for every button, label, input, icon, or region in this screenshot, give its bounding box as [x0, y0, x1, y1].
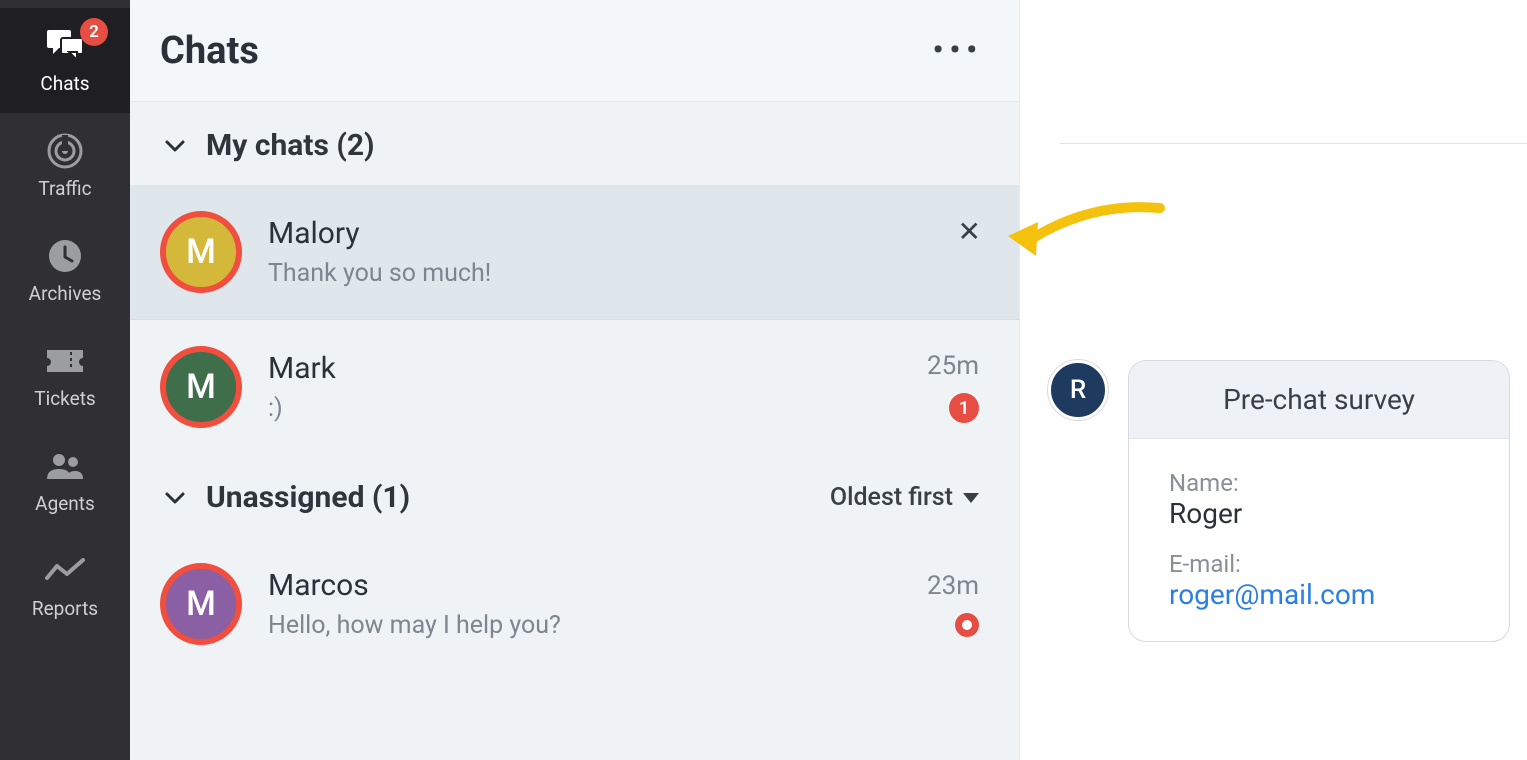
nav-label-reports: Reports [32, 597, 98, 620]
chat-row-malory[interactable]: M Malory Thank you so much! ✕ [130, 185, 1019, 320]
chat-time: 25m [927, 351, 979, 381]
nav-item-traffic[interactable]: Traffic [0, 113, 130, 218]
chevron-down-icon [164, 135, 186, 157]
section-title-mychats: My chats (2) [206, 128, 375, 163]
chat-time: 23m [927, 571, 979, 601]
conversation-panel: R Pre-chat survey Name: Roger E-mail: ro… [1020, 0, 1527, 760]
more-menu-button[interactable]: ••• [933, 33, 983, 68]
status-dot [955, 613, 979, 637]
survey-name-label: Name: [1169, 469, 1469, 497]
avatar: M [160, 346, 242, 428]
sort-order-dropdown[interactable]: Oldest first [830, 483, 979, 512]
chat-bubbles-icon [45, 26, 85, 66]
unread-badge: 1 [949, 393, 979, 423]
chat-list-panel: Chats ••• My chats (2) M Malory Thank yo… [130, 0, 1020, 760]
nav-label-agents: Agents [35, 492, 95, 515]
nav-label-traffic: Traffic [38, 177, 91, 200]
nav-item-chats[interactable]: Chats 2 [0, 8, 130, 113]
chat-row-mark[interactable]: M Mark :) 25m 1 [130, 320, 1019, 454]
chat-name: Malory [268, 216, 979, 251]
chat-list-header: Chats ••• [130, 0, 1019, 102]
annotation-arrow-icon [1000, 196, 1180, 276]
nav-label-archives: Archives [29, 282, 102, 305]
section-header-unassigned[interactable]: Unassigned (1) Oldest first [130, 454, 1019, 537]
chat-preview: Hello, how may I help you? [268, 611, 901, 640]
nav-badge-chats: 2 [80, 18, 108, 46]
chat-name: Mark [268, 351, 901, 386]
divider [1060, 143, 1527, 144]
sidebar-nav: Chats 2 Traffic Archives [0, 0, 130, 760]
survey-name-value: Roger [1169, 497, 1469, 530]
people-icon [45, 446, 85, 486]
ticket-icon [45, 341, 85, 381]
nav-item-tickets[interactable]: Tickets [0, 323, 130, 428]
chat-row-marcos[interactable]: M Marcos Hello, how may I help you? 23m [130, 537, 1019, 671]
section-title-unassigned: Unassigned (1) [206, 480, 410, 515]
survey-email-value[interactable]: roger@mail.com [1169, 578, 1469, 611]
pre-chat-survey-card: Pre-chat survey Name: Roger E-mail: roge… [1128, 360, 1510, 642]
section-header-mychats[interactable]: My chats (2) [130, 102, 1019, 185]
triangle-down-icon [963, 493, 979, 503]
chevron-down-icon [164, 487, 186, 509]
nav-label-chats: Chats [40, 72, 89, 95]
radar-icon [45, 131, 85, 171]
survey-email-label: E-mail: [1169, 550, 1469, 578]
close-chat-button[interactable]: ✕ [958, 215, 981, 248]
avatar: M [160, 211, 242, 293]
chat-name: Marcos [268, 568, 901, 603]
chat-preview: Thank you so much! [268, 259, 979, 288]
trend-line-icon [45, 551, 85, 591]
survey-avatar: R [1048, 360, 1108, 420]
clock-icon [45, 236, 85, 276]
chat-list-title: Chats [160, 29, 259, 73]
nav-item-archives[interactable]: Archives [0, 218, 130, 323]
avatar: M [160, 563, 242, 645]
nav-label-tickets: Tickets [34, 387, 95, 410]
nav-item-agents[interactable]: Agents [0, 428, 130, 533]
survey-title: Pre-chat survey [1129, 361, 1509, 439]
nav-item-reports[interactable]: Reports [0, 533, 130, 638]
chat-preview: :) [268, 394, 901, 423]
